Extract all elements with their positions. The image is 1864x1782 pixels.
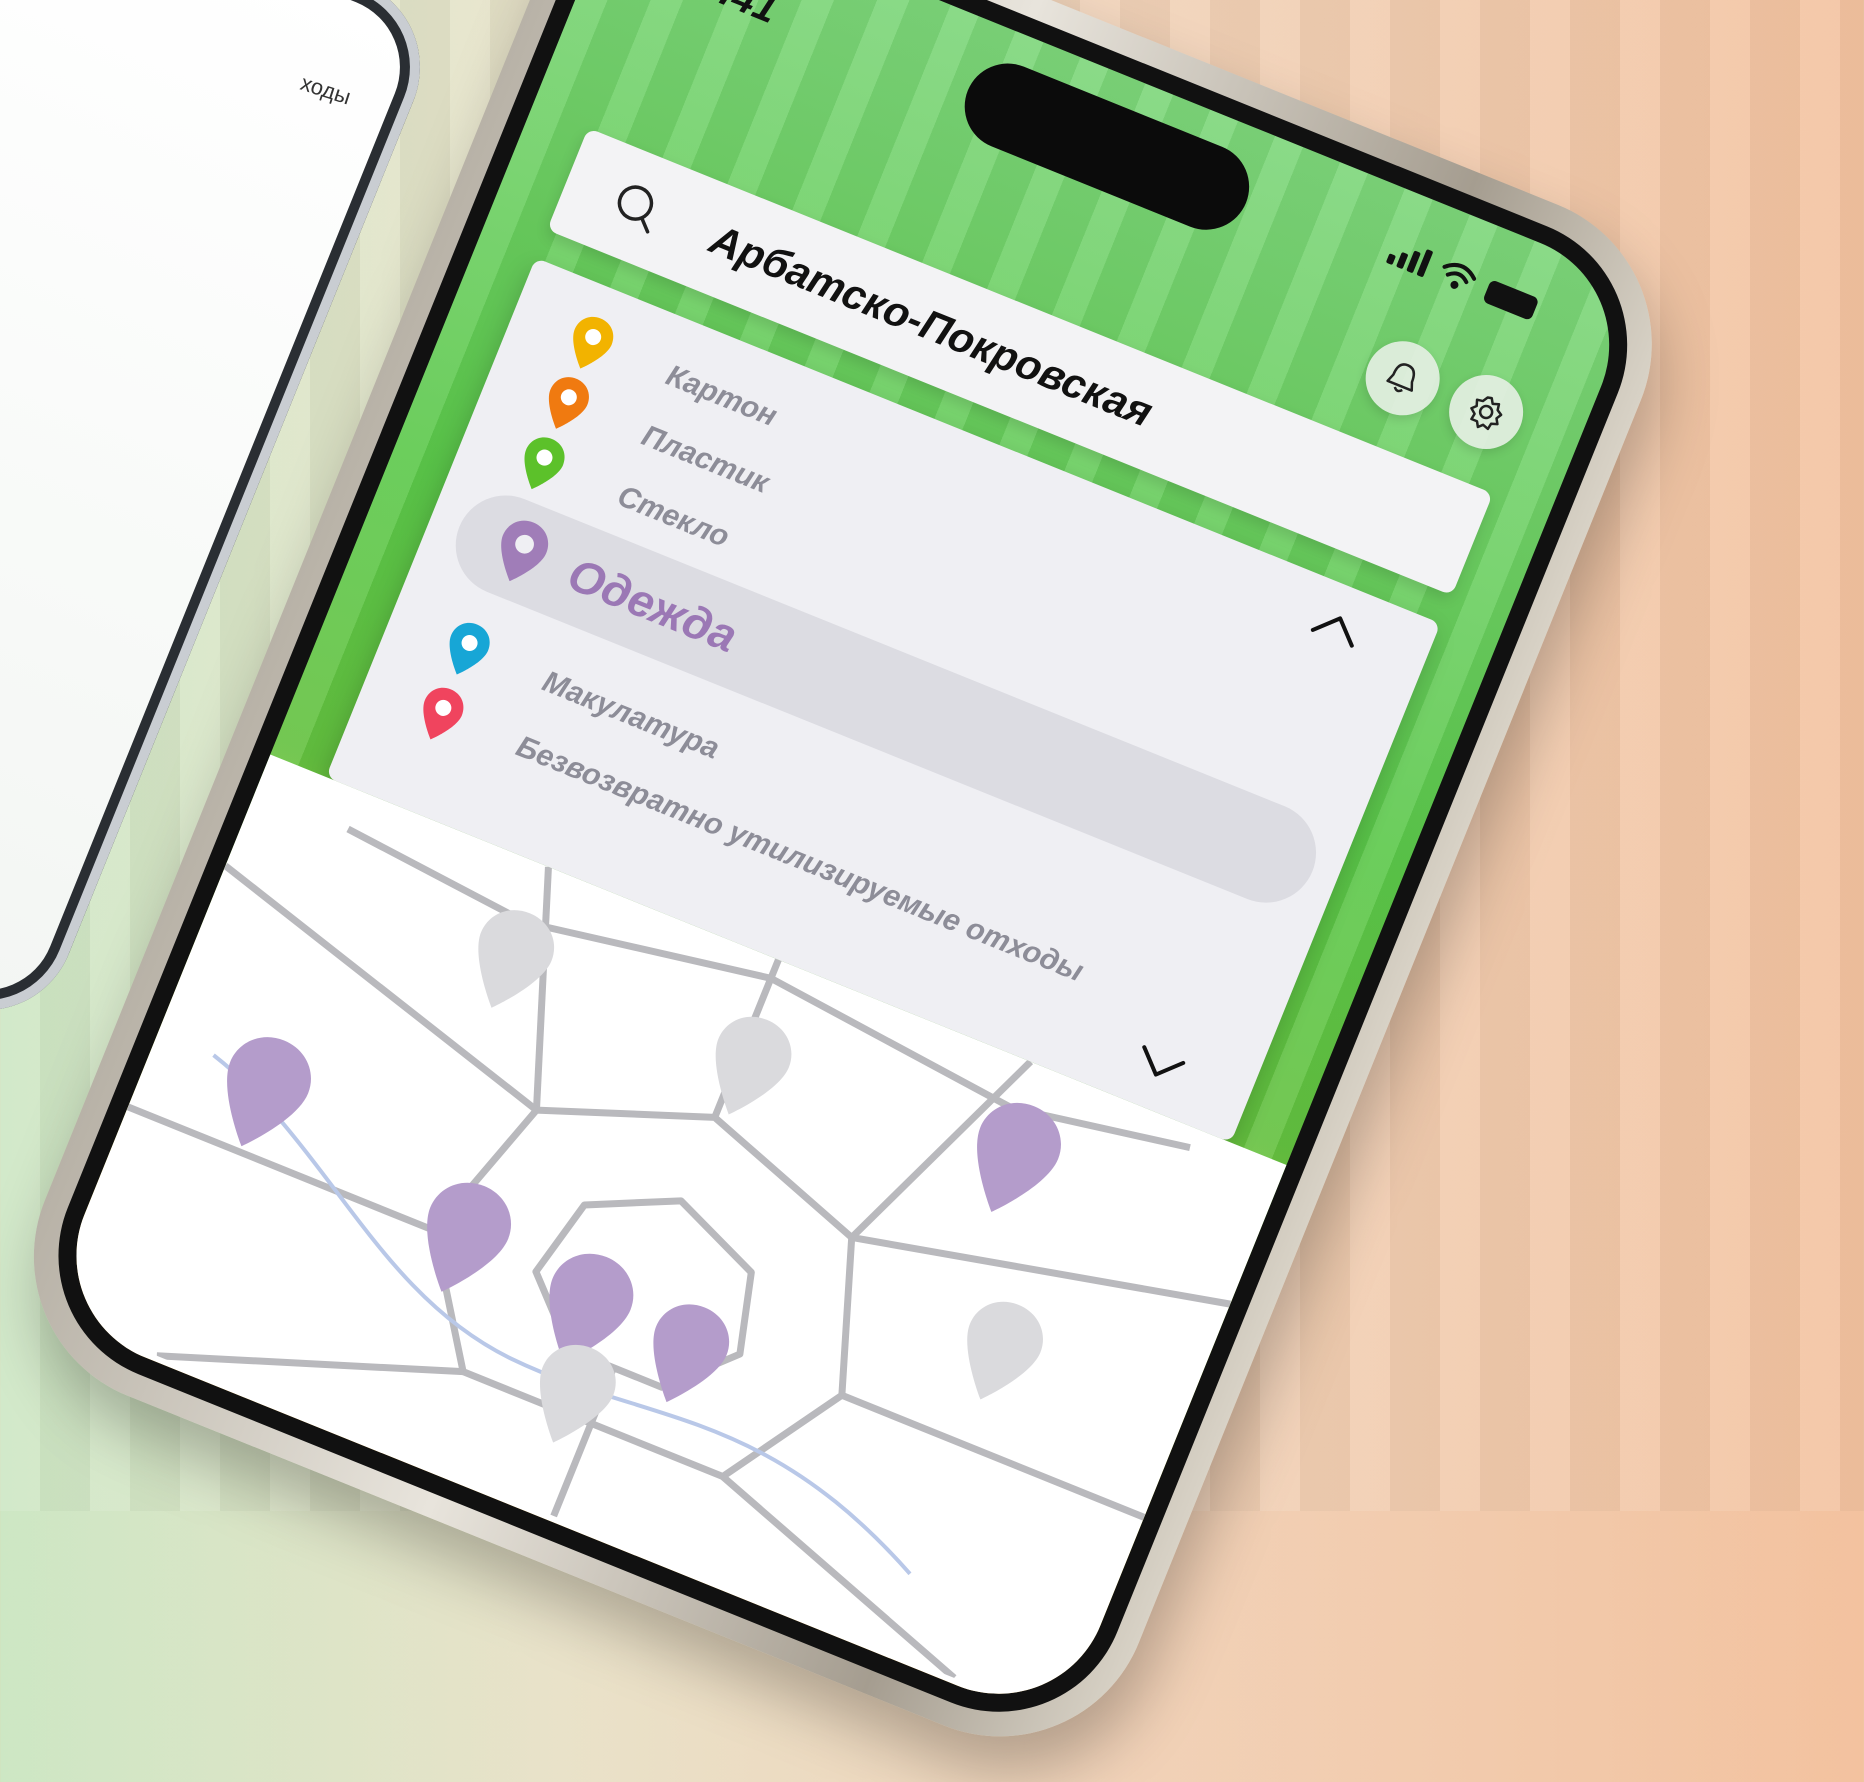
status-icons (1385, 237, 1541, 321)
search-icon (617, 185, 654, 234)
map-pin-inactive[interactable] (518, 1334, 627, 1457)
battery-icon (1482, 279, 1540, 321)
map-pin-icon (548, 377, 589, 429)
map-pin-active[interactable] (631, 1293, 740, 1416)
status-time: 9:41 (693, 0, 784, 33)
wifi-icon (1442, 262, 1477, 289)
notifications-button[interactable] (1354, 330, 1451, 427)
map-pin-icon (524, 437, 565, 490)
map-pin-icon (423, 687, 464, 740)
map-pin-inactive[interactable] (694, 1006, 803, 1129)
chevron-up-icon[interactable] (1308, 604, 1366, 651)
map-pin-active[interactable] (952, 1091, 1073, 1228)
map-pin-inactive[interactable] (945, 1291, 1054, 1414)
map-pin-icon (449, 622, 490, 675)
bell-icon (1386, 363, 1416, 393)
signal-icon (1385, 237, 1434, 278)
chevron-down-icon[interactable] (1131, 1042, 1189, 1089)
gear-icon (1470, 396, 1503, 431)
map-pin-icon (501, 520, 549, 582)
background-phone-text: ходы (297, 69, 354, 110)
map-pin-active[interactable] (403, 1170, 524, 1307)
map-pin-icon (573, 316, 614, 369)
settings-button[interactable] (1437, 363, 1535, 461)
